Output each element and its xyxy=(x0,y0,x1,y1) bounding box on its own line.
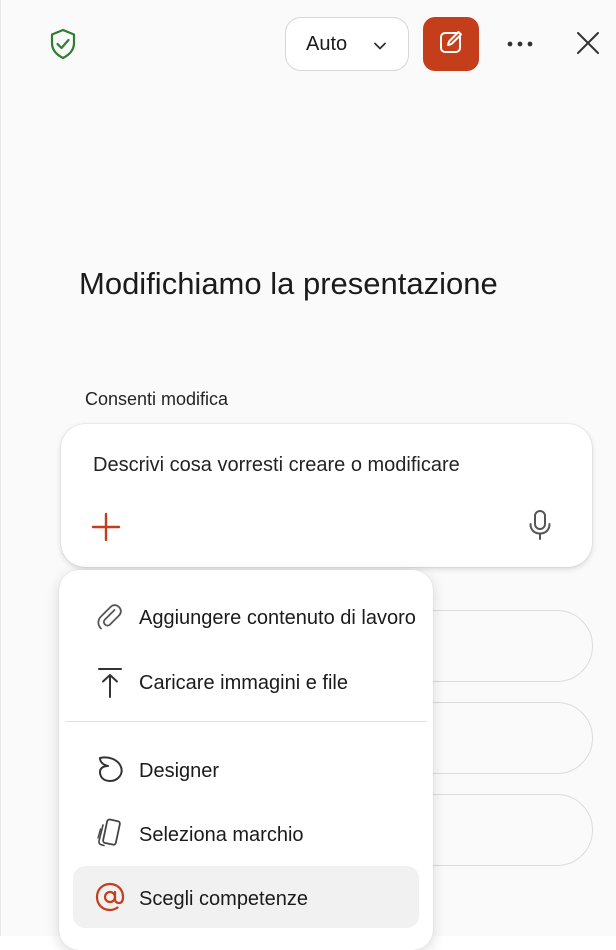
menu-item-label: Scegli competenze xyxy=(139,888,308,910)
copilot-pane: Auto Modifichiamo la presentazione Conse… xyxy=(0,0,616,950)
upload-icon xyxy=(93,666,127,700)
attach-menu: Aggiungere contenuto di lavoro Caricare … xyxy=(59,570,433,950)
paperclip-icon xyxy=(93,600,127,634)
prompt-composer[interactable]: Descrivi cosa vorresti creare o modifica… xyxy=(61,424,592,567)
menu-item-label: Aggiungere contenuto di lavoro xyxy=(139,607,416,629)
microphone-icon[interactable] xyxy=(527,509,553,541)
brand-icon xyxy=(93,816,127,850)
menu-item-label: Caricare immagini e file xyxy=(139,672,348,694)
compose-icon xyxy=(437,28,465,61)
chevron-down-icon xyxy=(372,37,388,53)
menu-item-select-brand[interactable]: Seleziona marchio xyxy=(73,802,419,864)
prompt-input[interactable]: Descrivi cosa vorresti creare o modifica… xyxy=(93,454,460,477)
menu-item-upload-images[interactable]: Caricare immagini e file xyxy=(73,652,419,714)
new-chat-button[interactable] xyxy=(423,17,479,71)
top-bar: Auto xyxy=(1,0,616,90)
allow-edit-label: Consenti modifica xyxy=(85,389,229,409)
mode-select[interactable]: Auto xyxy=(285,17,409,71)
menu-item-add-work-content[interactable]: Aggiungere contenuto di lavoro xyxy=(73,586,419,648)
designer-icon xyxy=(93,752,127,786)
menu-item-label: Seleziona marchio xyxy=(139,824,304,846)
menu-item-choose-skills[interactable]: Scegli competenze xyxy=(73,866,419,928)
shield-check-icon xyxy=(46,27,80,61)
close-icon xyxy=(576,31,600,60)
page-title: Modifichiamo la presentazione xyxy=(79,266,498,301)
more-horizontal-icon xyxy=(507,35,533,53)
close-button[interactable] xyxy=(569,26,607,64)
menu-divider xyxy=(65,721,427,722)
more-options-button[interactable] xyxy=(501,26,539,62)
menu-item-designer[interactable]: Designer xyxy=(73,738,419,800)
mode-select-value: Auto xyxy=(306,32,348,55)
at-sign-icon xyxy=(93,880,127,914)
menu-item-label: Designer xyxy=(139,760,220,782)
add-plus-icon[interactable] xyxy=(89,510,123,544)
